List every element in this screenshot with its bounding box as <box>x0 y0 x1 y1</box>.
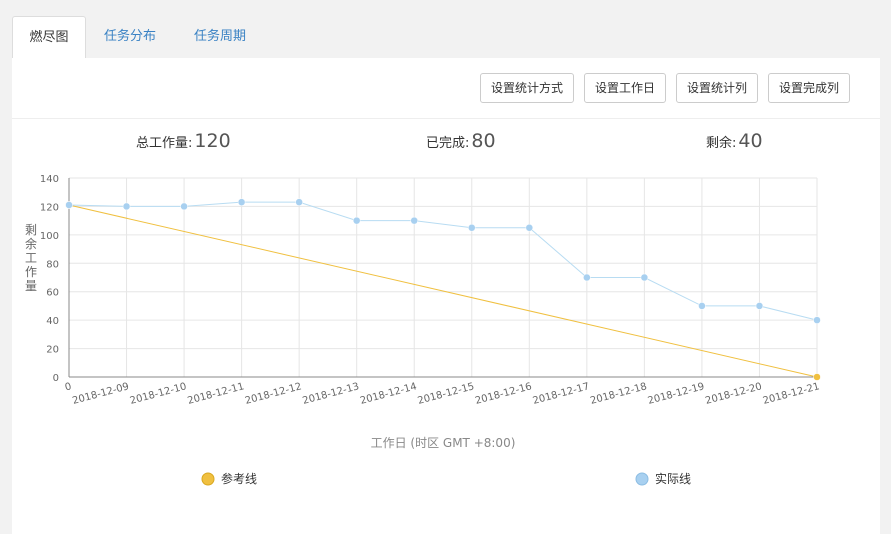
legend-swatch <box>635 472 649 486</box>
y-tick-label: 0 <box>53 373 59 384</box>
actual-line-point <box>237 198 246 206</box>
tab-burndown[interactable]: 燃尽图 <box>12 16 86 59</box>
x-tick-label: 2018-12-21 <box>762 381 821 407</box>
tab-task-distribution[interactable]: 任务分布 <box>104 16 156 57</box>
y-axis-label-char: 余 <box>25 236 37 251</box>
y-tick-label: 60 <box>46 288 59 299</box>
legend-label: 实际线 <box>655 471 691 486</box>
x-tick-label: 0 <box>64 381 73 393</box>
legend-swatch <box>201 472 215 486</box>
actual-line-point <box>813 316 821 324</box>
actual-line-point <box>640 273 649 282</box>
x-tick-label: 2018-12-11 <box>186 381 245 407</box>
legend-label: 参考线 <box>221 471 257 486</box>
y-axis-label-char: 作 <box>25 265 37 279</box>
x-tick-label: 2018-12-10 <box>129 381 188 407</box>
actual-line-point <box>122 202 131 211</box>
actual-line-point <box>525 224 534 232</box>
x-tick-label: 2018-12-15 <box>417 381 476 407</box>
y-tick-label: 20 <box>46 345 59 356</box>
x-tick-label: 2018-12-09 <box>71 381 130 407</box>
y-tick-label: 100 <box>40 231 59 242</box>
actual-line-point <box>180 202 188 211</box>
y-axis-label-char: 剩 <box>25 223 37 237</box>
y-axis-label-char: 量 <box>25 279 37 293</box>
actual-line-point <box>65 201 73 209</box>
y-tick-label: 120 <box>40 202 59 213</box>
actual-line-point <box>410 216 418 225</box>
x-tick-label: 2018-12-12 <box>244 381 303 407</box>
x-tick-label: 2018-12-16 <box>474 381 533 407</box>
x-tick-label: 2018-12-14 <box>359 381 418 407</box>
actual-line-point <box>755 302 764 310</box>
actual-line-point <box>468 224 476 232</box>
burndown-chart: 02040608010012014002018-12-092018-12-102… <box>25 174 821 486</box>
tab-task-cycle[interactable]: 任务周期 <box>194 16 246 57</box>
x-axis-label: 工作日 (时区 GMT +8:00) <box>371 436 516 450</box>
actual-line-point <box>698 302 706 310</box>
actual-line-point <box>352 216 361 225</box>
actual-line <box>68 201 818 321</box>
tab-bar: 燃尽图 任务分布 任务周期 <box>12 16 880 59</box>
x-tick-label: 2018-12-18 <box>589 381 648 407</box>
actual-line-point <box>295 198 303 206</box>
y-axis-label-char: 工 <box>25 251 37 265</box>
y-tick-label: 40 <box>46 316 59 327</box>
x-tick-label: 2018-12-19 <box>647 381 706 407</box>
chart-panel: 设置统计方式 设置工作日 设置统计列 设置完成列 总工作量: 120 已完成: 80… <box>12 58 880 534</box>
actual-line-point <box>583 273 591 282</box>
y-tick-label: 140 <box>40 174 59 185</box>
y-tick-label: 80 <box>46 259 59 270</box>
x-tick-label: 2018-12-20 <box>704 381 763 407</box>
x-tick-label: 2018-12-13 <box>301 381 360 407</box>
reference-line-point <box>813 373 821 381</box>
reference-line <box>68 204 818 378</box>
x-tick-label: 2018-12-17 <box>532 381 591 407</box>
